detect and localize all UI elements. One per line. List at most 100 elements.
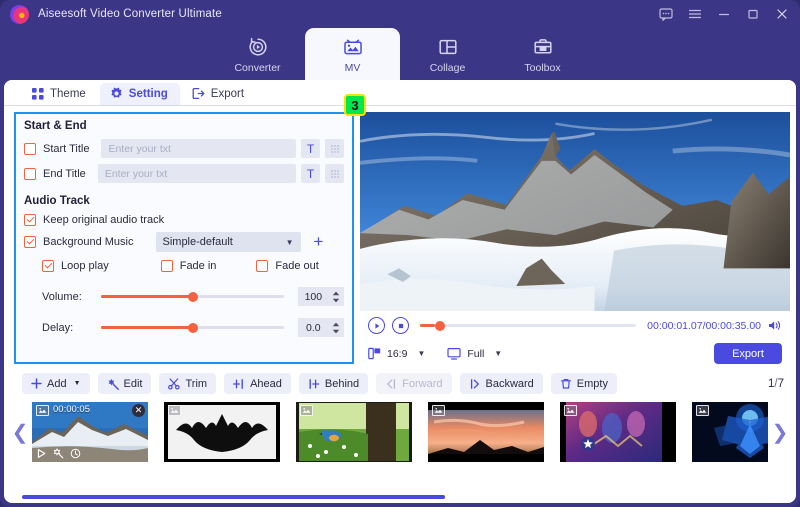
delay-value[interactable]: 0.0: [298, 318, 329, 337]
end-title-position-button[interactable]: [325, 164, 344, 183]
stop-button[interactable]: [392, 317, 409, 334]
volume-stepper[interactable]: [328, 287, 344, 306]
aspect-icon: [368, 347, 381, 360]
nav-item-toolbox[interactable]: Toolbox: [495, 28, 590, 80]
aspect-ratio-control[interactable]: 16:9 ▼: [368, 347, 425, 360]
ahead-button-label: Ahead: [250, 377, 282, 390]
end-title-checkbox[interactable]: [24, 167, 36, 180]
media-type-icon: [300, 405, 313, 416]
tab-theme[interactable]: Theme: [22, 84, 98, 105]
nav-item-collage[interactable]: Collage: [400, 28, 495, 80]
volume-row: Volume: 100: [16, 283, 352, 310]
thumbs-prev-arrow[interactable]: ❮: [8, 400, 32, 464]
keep-original-audio-checkbox[interactable]: [24, 214, 36, 226]
volume-slider[interactable]: [101, 291, 285, 302]
page-indicator: 1/7: [768, 378, 784, 390]
converter-icon: [246, 35, 270, 59]
edit-button[interactable]: Edit: [97, 373, 152, 394]
insert-ahead-icon: [233, 378, 245, 390]
chevron-down-icon: ▼: [494, 349, 503, 358]
titlebar: Aiseesoft Video Converter Ultimate: [0, 0, 800, 28]
start-title-checkbox[interactable]: [24, 142, 36, 155]
start-title-input[interactable]: Enter your txt: [101, 139, 296, 158]
collage-icon: [436, 35, 460, 59]
volume-value[interactable]: 100: [298, 287, 329, 306]
seek-slider[interactable]: [420, 320, 637, 331]
thumb-avengers[interactable]: [560, 402, 676, 462]
media-type-icon: [564, 405, 577, 416]
background-music-select[interactable]: Simple-default ▼: [155, 232, 301, 252]
feedback-icon[interactable]: [658, 6, 674, 22]
maximize-icon[interactable]: [745, 6, 761, 22]
tab-label-theme: Theme: [50, 88, 86, 100]
screen-icon: [447, 347, 461, 360]
nav-label-converter: Converter: [234, 61, 281, 74]
play-button[interactable]: [368, 317, 385, 334]
add-music-button[interactable]: +: [309, 232, 329, 252]
delay-slider[interactable]: [101, 322, 285, 333]
thumb-duration: 00:00:05: [53, 404, 90, 415]
tab-label-export: Export: [210, 87, 245, 100]
loop-play-checkbox[interactable]: [42, 260, 54, 272]
backward-button-label: Backward: [485, 377, 534, 390]
thumb-play-icon[interactable]: [36, 448, 47, 459]
minimize-icon[interactable]: [716, 6, 732, 22]
thumb-remove-button[interactable]: ✕: [132, 404, 145, 417]
add-button[interactable]: Add ▼: [22, 373, 90, 394]
tab-export[interactable]: Export: [182, 83, 256, 105]
chevron-down-icon: ▼: [285, 237, 294, 247]
trim-button[interactable]: Trim: [159, 373, 217, 394]
thumbs-next-arrow[interactable]: ❯: [768, 400, 792, 464]
fade-in-label: Fade in: [179, 260, 217, 272]
nav-label-collage: Collage: [429, 61, 466, 74]
empty-button[interactable]: Empty: [550, 373, 617, 394]
nav-item-mv[interactable]: MV: [305, 28, 400, 80]
thumb-bird[interactable]: [296, 402, 412, 462]
fade-out-label: Fade out: [275, 260, 319, 272]
start-title-text-style-button[interactable]: T: [301, 139, 320, 158]
export-button[interactable]: Export: [714, 343, 782, 364]
menu-icon[interactable]: [687, 6, 703, 22]
video-preview[interactable]: [360, 112, 790, 311]
trim-button-label: Trim: [185, 377, 208, 390]
chevron-down-icon: ▼: [417, 349, 426, 358]
start-title-row: Start Title Enter your txt T: [16, 136, 352, 161]
zoom-mode-control[interactable]: Full ▼: [447, 347, 502, 360]
delay-stepper[interactable]: [328, 318, 344, 337]
thumb-mountain[interactable]: 00:00:05 ✕: [32, 402, 148, 462]
audio-options-row: Loop play Fade in Fade out: [16, 255, 352, 277]
timecode-display: 00:00:01.07/00:00:35.00: [647, 319, 761, 332]
callout-badge-3: 3: [344, 94, 366, 116]
thumb-batman[interactable]: [164, 402, 280, 462]
end-title-input[interactable]: Enter your txt: [97, 164, 296, 183]
backward-button[interactable]: Backward: [459, 373, 543, 394]
fade-out-checkbox[interactable]: [256, 260, 269, 272]
volume-label: Volume:: [42, 290, 82, 303]
mv-icon: [341, 35, 365, 59]
thumb-duration-icon[interactable]: [70, 448, 81, 459]
thumb-art-batman: [164, 402, 280, 462]
thumbnail-scrollbar-thumb[interactable]: [22, 495, 446, 499]
thumbnail-scrollbar[interactable]: [22, 495, 778, 499]
fade-in-checkbox[interactable]: [160, 260, 173, 272]
thumb-sunset[interactable]: [428, 402, 544, 462]
close-icon[interactable]: [774, 6, 790, 22]
thumb-edit-icon[interactable]: [53, 448, 64, 459]
thumbnail-strip: ❮ 00:00:05 ✕ ❯: [4, 400, 796, 464]
background-music-checkbox[interactable]: [24, 236, 36, 248]
thumb-tools: [36, 448, 81, 459]
speaker-icon[interactable]: [768, 319, 782, 332]
start-title-label: Start Title: [43, 142, 90, 155]
behind-button[interactable]: Behind: [298, 373, 369, 394]
ahead-button[interactable]: Ahead: [224, 373, 291, 394]
media-type-icon: [432, 405, 445, 416]
content-area: Theme Setting Export 3 Start & End Start…: [4, 80, 796, 503]
tab-setting[interactable]: Setting: [99, 83, 180, 105]
end-title-text-style-button[interactable]: T: [301, 164, 320, 183]
settings-panel: 3 Start & End Start Title Enter your txt…: [14, 94, 366, 364]
nav-item-converter[interactable]: Converter: [210, 28, 305, 80]
thumb-blueflower[interactable]: [692, 402, 768, 462]
start-title-position-button[interactable]: [325, 139, 344, 158]
media-type-icon: [168, 405, 181, 416]
edit-button-label: Edit: [123, 377, 143, 390]
